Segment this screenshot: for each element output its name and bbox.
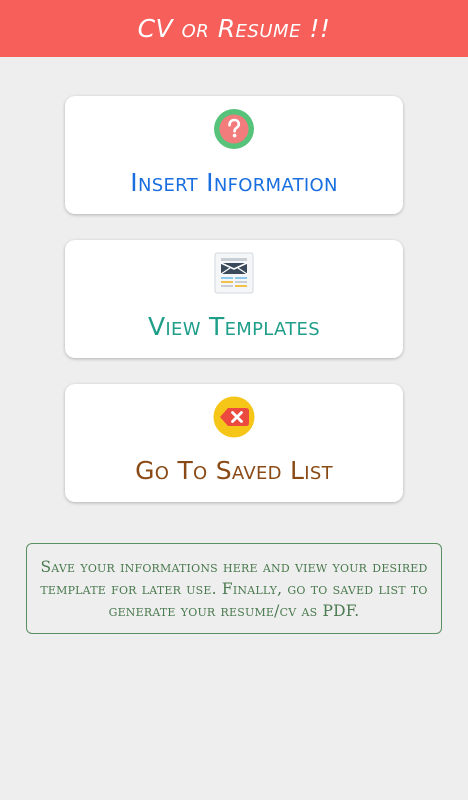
go-to-saved-list-button[interactable]: Go To Saved List <box>65 384 403 502</box>
view-templates-label: View Templates <box>148 312 320 341</box>
view-templates-button[interactable]: View Templates <box>65 240 403 358</box>
question-mark-icon <box>214 109 254 149</box>
app-bar: CV or Resume !! <box>0 0 468 57</box>
info-box: Save your informations here and view you… <box>26 543 442 634</box>
document-template-icon <box>214 252 254 294</box>
app-title: CV or Resume !! <box>137 14 331 43</box>
delete-tag-icon <box>213 396 255 438</box>
go-to-saved-list-label: Go To Saved List <box>135 456 333 485</box>
insert-information-button[interactable]: Insert Information <box>65 96 403 214</box>
info-text: Save your informations here and view you… <box>40 557 428 620</box>
insert-information-label: Insert Information <box>130 168 338 197</box>
